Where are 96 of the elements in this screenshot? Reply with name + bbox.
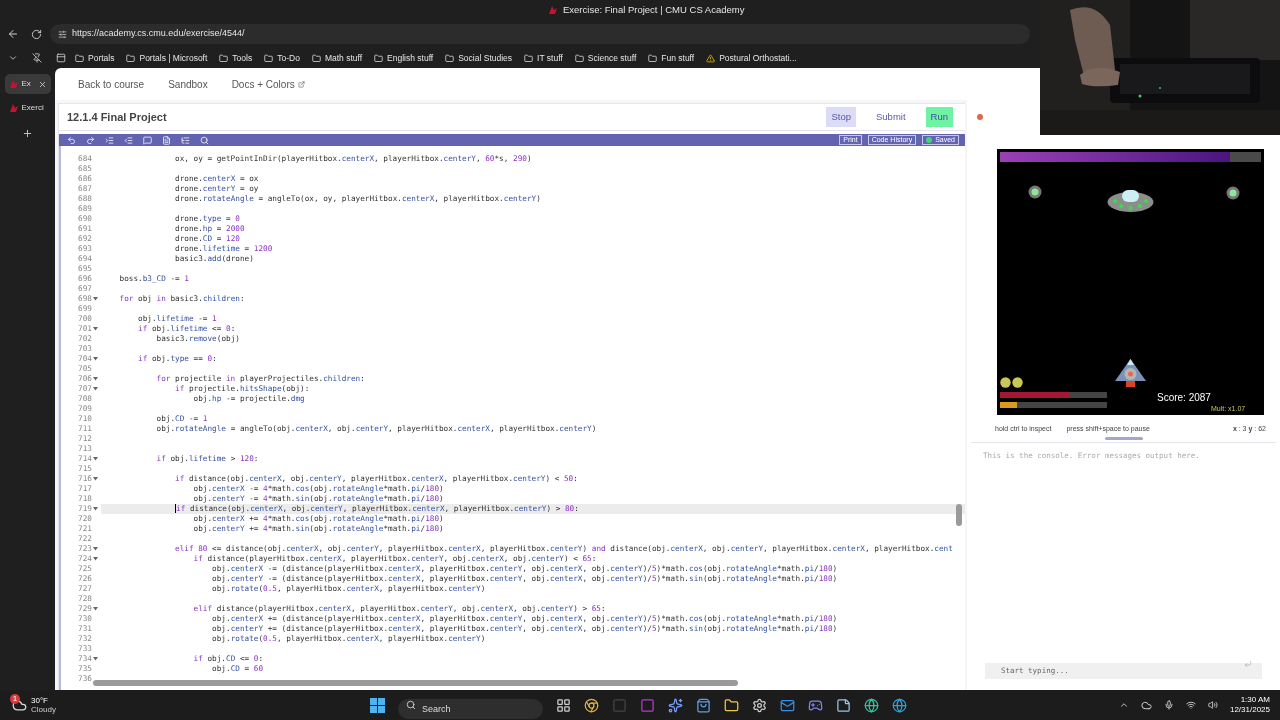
redo-icon[interactable] — [86, 135, 95, 145]
bookmark[interactable]: Portals | Microsoft — [126, 51, 208, 65]
action-button[interactable]: Submit — [871, 107, 911, 127]
folder-icon — [75, 53, 84, 63]
fold-arrow-icon[interactable] — [93, 477, 98, 481]
drone-icon — [1226, 186, 1240, 200]
nav-link[interactable]: Docs + Colors — [231, 76, 305, 92]
close-icon[interactable] — [37, 79, 47, 89]
logo-icon — [8, 79, 19, 89]
folder-icon — [219, 53, 229, 63]
app-icon[interactable] — [639, 697, 655, 713]
sparkle-icon[interactable] — [667, 697, 683, 713]
fold-arrow-icon[interactable] — [93, 357, 98, 361]
notepad-icon[interactable] — [835, 697, 851, 713]
chrome-icon[interactable] — [583, 697, 599, 713]
list-icon[interactable] — [181, 135, 190, 145]
spaceship-icon — [1115, 359, 1146, 389]
temperature-text: 30°F — [31, 696, 49, 705]
folder-icon — [126, 53, 136, 63]
bookmark[interactable]: English stuff — [374, 51, 434, 65]
window-title: Exercise: Final Project | CMU CS Academy — [563, 2, 745, 17]
settings-icon[interactable] — [751, 697, 767, 713]
bookmark[interactable]: To-Do — [264, 51, 300, 65]
search-field[interactable]: Search — [397, 699, 543, 719]
clock[interactable]: 1:30 AM 12/31/2025 — [1229, 695, 1270, 715]
sliders-icon[interactable] — [58, 29, 67, 39]
folder-icon — [374, 53, 384, 63]
fold-arrow-icon[interactable] — [93, 507, 98, 511]
new-tab-icon[interactable] — [22, 128, 33, 139]
globe-icon[interactable] — [891, 697, 907, 713]
fold-arrow-icon[interactable] — [93, 457, 98, 461]
windows-icon[interactable] — [369, 697, 385, 713]
bookmark[interactable]: Tools — [219, 51, 253, 65]
bookmark[interactable]: Postural Orthostati... — [706, 51, 797, 65]
logo-icon — [8, 103, 19, 113]
undo-icon[interactable] — [67, 135, 76, 145]
bookmark[interactable]: Portals — [75, 51, 115, 65]
fold-arrow-icon[interactable] — [93, 607, 98, 611]
pin-off-icon[interactable] — [32, 53, 42, 63]
fold-arrow-icon[interactable] — [93, 327, 98, 331]
bookmark[interactable]: Math stuff — [311, 51, 363, 65]
mail-icon[interactable] — [779, 697, 795, 713]
browser-tab[interactable]: Exerci — [4, 98, 51, 118]
fold-arrow-icon[interactable] — [93, 657, 98, 661]
comment-icon[interactable] — [143, 135, 152, 145]
score-text: Score: 2087 — [1157, 392, 1211, 404]
action-button[interactable]: Stop — [826, 107, 856, 127]
search-icon[interactable] — [200, 135, 209, 145]
document-icon[interactable] — [162, 135, 171, 145]
ufo-icon — [1107, 189, 1154, 213]
bookmark[interactable]: Fun stuff — [648, 51, 695, 65]
fold-arrow-icon[interactable] — [93, 377, 98, 381]
folder-icon — [524, 53, 534, 63]
fold-arrow-icon[interactable] — [93, 297, 98, 301]
bookmark[interactable]: Science stuff — [574, 51, 637, 65]
panel-icon[interactable] — [56, 53, 66, 63]
shopping-bag-icon[interactable] — [695, 697, 711, 713]
chevron-down-icon[interactable] — [8, 53, 18, 63]
bookmark[interactable]: Social Studies — [445, 51, 513, 65]
folder-icon[interactable] — [723, 697, 739, 713]
fold-arrow-icon[interactable] — [93, 557, 98, 561]
fold-arrow-icon[interactable] — [93, 547, 98, 551]
search-icon — [405, 700, 416, 710]
microphone-icon[interactable] — [1163, 700, 1174, 710]
external-link-icon — [297, 80, 305, 88]
warning-icon — [706, 53, 716, 63]
back-icon[interactable] — [7, 28, 19, 40]
weather-text: Cloudy — [31, 705, 56, 714]
drone-icon — [1028, 185, 1042, 199]
fold-arrow-icon[interactable] — [93, 387, 98, 391]
notification-badge: 1 — [10, 693, 20, 704]
folder-icon — [311, 53, 321, 63]
reload-icon[interactable] — [31, 28, 42, 40]
lives-icon — [1000, 377, 1024, 388]
folder-icon — [445, 53, 455, 63]
volume-icon[interactable] — [1207, 700, 1218, 710]
task-view-icon[interactable] — [555, 697, 571, 713]
chevron-up-icon[interactable] — [1118, 700, 1129, 710]
indent-icon[interactable] — [105, 135, 114, 145]
browser-tab[interactable]: Ex — [4, 74, 51, 94]
nav-link[interactable]: Back to course — [78, 76, 145, 92]
exercise-title: 12.1.4 Final Project — [67, 109, 167, 125]
address-field[interactable]: https://academy.cs.cmu.edu/exercise/4544/ — [50, 24, 1030, 44]
nav-link[interactable]: Sandbox — [168, 76, 208, 92]
logo-icon — [548, 5, 558, 15]
cloud-icon[interactable] — [1140, 699, 1152, 711]
folder-icon — [264, 53, 274, 63]
folder-icon — [574, 53, 584, 63]
resize-handle[interactable] — [1104, 436, 1143, 440]
gamepad-icon[interactable] — [807, 697, 823, 713]
outdent-icon[interactable] — [124, 135, 133, 145]
action-button[interactable]: Run — [925, 107, 953, 127]
bookmark[interactable]: IT stuff — [524, 51, 563, 65]
wifi-icon[interactable] — [1185, 700, 1196, 710]
folder-icon — [648, 53, 658, 63]
globe-icon[interactable] — [863, 697, 879, 713]
